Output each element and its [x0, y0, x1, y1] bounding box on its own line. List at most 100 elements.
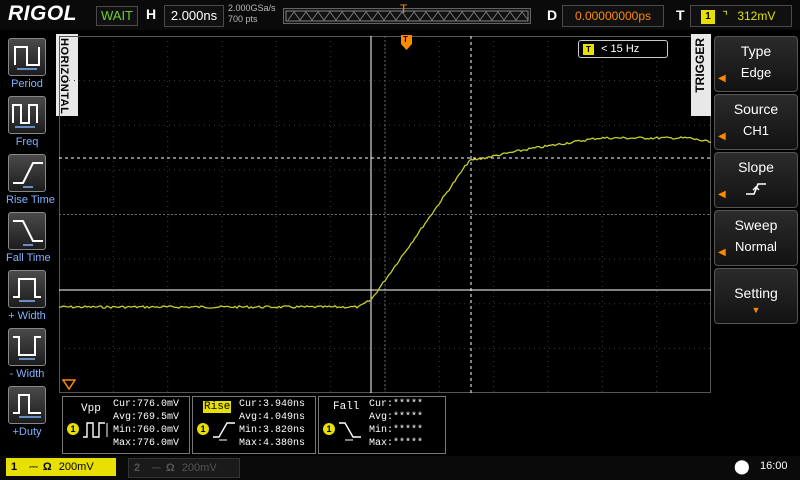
delay-readout[interactable]: 0.00000000ps	[562, 5, 664, 27]
adjust-arrow-icon: ◀	[718, 189, 726, 200]
measure-label: +Duty	[12, 426, 42, 438]
measure-min: Min:*****	[369, 425, 424, 436]
channel-badge: 1	[197, 423, 209, 435]
timebase-readout[interactable]: 2.000ns	[164, 5, 224, 27]
menu-title: Source	[733, 101, 779, 117]
top-status-bar: RIGOL WAIT H 2.000ns 2.000GSa/s 700 pts …	[0, 0, 800, 30]
memory-depth: 700 pts	[228, 14, 258, 24]
measure-cur: Cur:3.940ns	[239, 399, 306, 410]
measure-pos-width-button[interactable]: + Width	[6, 270, 48, 326]
menu-value: Edge	[740, 65, 772, 80]
measure-label: - Width	[9, 368, 45, 380]
trigger-source-button[interactable]: Source CH1 ◀	[714, 94, 798, 150]
measure-menu: Period Freq Rise Time Fall Time + Width …	[0, 32, 55, 450]
waveform-area[interactable]	[58, 35, 712, 394]
run-status[interactable]: WAIT	[96, 6, 138, 26]
menu-title: Type	[740, 43, 772, 59]
fall-icon	[337, 419, 363, 446]
ch1-number: 1	[10, 461, 18, 473]
system-clock: 16:00	[760, 460, 788, 472]
measure-label: Fall Time	[6, 252, 51, 264]
measure-name: Rise	[203, 401, 232, 413]
measure-panel-rise[interactable]: Rise 1 Cur:3.940ns Avg:4.049ns Min:3.820…	[192, 396, 316, 454]
measure-rise-time-button[interactable]: Rise Time	[6, 154, 55, 210]
trigger-tab-label: TRIGGER	[693, 38, 707, 93]
waveform-graticule	[58, 35, 712, 394]
neg-width-icon	[8, 328, 46, 366]
usb-icon: ⬤	[734, 458, 750, 474]
pos-width-icon	[8, 270, 46, 308]
sample-info: 2.000GSa/s 700 pts	[228, 3, 276, 25]
trigger-level: 312mV	[737, 9, 776, 23]
channel-status-bar: 1 ⎓ Ω 200mV 2 ⎓ Ω 200mV ⬤ 16:00	[0, 456, 800, 480]
trigger-label: T	[676, 7, 685, 23]
measure-label: Freq	[15, 136, 39, 148]
rise-icon	[211, 419, 237, 446]
submenu-arrow-icon: ▼	[751, 305, 761, 315]
dc-coupling-icon: ⎓	[152, 462, 161, 474]
menu-title: Setting	[734, 285, 778, 301]
brand-logo: RIGOL	[8, 2, 77, 25]
rising-slope-icon	[715, 181, 797, 200]
measure-avg: Avg:769.5mV	[113, 412, 180, 423]
measure-name: Vpp	[81, 403, 101, 415]
menu-title: Sweep	[734, 217, 778, 233]
measure-max: Max:*****	[369, 438, 424, 449]
adjust-arrow-icon: ◀	[718, 131, 726, 142]
memory-trigger-marker: T	[400, 2, 408, 16]
sample-rate: 2.000GSa/s	[228, 3, 276, 13]
channel-badge: 1	[323, 423, 335, 435]
measure-avg: Avg:*****	[369, 412, 424, 423]
rise-time-icon	[8, 154, 46, 192]
measure-panel-fall[interactable]: Fall 1 Cur:***** Avg:***** Min:***** Max…	[318, 396, 446, 454]
trigger-setting-button[interactable]: Setting ▼	[714, 268, 798, 324]
trigger-sweep-button[interactable]: Sweep Normal ◀	[714, 210, 798, 266]
duty-icon	[8, 386, 46, 424]
measure-max: Max:776.0mV	[113, 438, 180, 449]
vpp-icon	[81, 419, 109, 446]
trigger-readout[interactable]: 1 ⌝ 312mV	[690, 5, 792, 27]
ch1-scale: 200mV	[58, 461, 94, 473]
menu-title: Slope	[738, 159, 774, 175]
freq-icon	[8, 96, 46, 134]
measure-panel-vpp[interactable]: Vpp 1 Cur:776.0mV Avg:769.5mV Min:760.0m…	[62, 396, 190, 454]
measure-name: Fall	[333, 401, 360, 413]
period-icon	[8, 38, 46, 76]
measure-label: Period	[11, 78, 43, 90]
menu-value: Normal	[735, 239, 777, 254]
measure-cur: Cur:*****	[369, 399, 424, 410]
measure-label: Rise Time	[6, 194, 55, 206]
horizontal-label: H	[146, 6, 157, 22]
measure-fall-time-button[interactable]: Fall Time	[6, 212, 51, 268]
ch2-scale: 200mV	[181, 462, 217, 474]
rising-edge-icon: ⌝	[722, 9, 728, 23]
measure-avg: Avg:4.049ns	[239, 412, 306, 423]
menu-value: CH1	[742, 123, 769, 138]
measure-duty-button[interactable]: +Duty	[6, 386, 48, 442]
dc-coupling-icon: ⎓	[29, 461, 38, 473]
channel-badge: 1	[67, 423, 79, 435]
fall-time-icon	[8, 212, 46, 250]
ch2-number: 2	[133, 462, 141, 474]
measure-min: Min:760.0mV	[113, 425, 180, 436]
trigger-freq-badge: T	[583, 43, 594, 55]
adjust-arrow-icon: ◀	[718, 247, 726, 258]
trigger-position-marker[interactable]: T	[401, 35, 412, 51]
trigger-slope-button[interactable]: Slope ◀	[714, 152, 798, 208]
trigger-tab[interactable]: TRIGGER	[691, 34, 711, 116]
adjust-arrow-icon: ◀	[718, 73, 726, 84]
trigger-frequency-readout: T < 15 Hz	[578, 40, 668, 58]
measure-max: Max:4.380ns	[239, 438, 306, 449]
measure-label: + Width	[8, 310, 46, 322]
impedance-icon: Ω	[42, 461, 52, 473]
ch2-status-button[interactable]: 2 ⎓ Ω 200mV	[128, 458, 240, 478]
measure-min: Min:3.820ns	[239, 425, 306, 436]
measure-period-button[interactable]: Period	[6, 38, 48, 94]
trigger-type-button[interactable]: Type Edge ◀	[714, 36, 798, 92]
ch1-ground-marker[interactable]	[61, 378, 77, 396]
ch1-status-button[interactable]: 1 ⎓ Ω 200mV	[6, 458, 116, 476]
delay-label: D	[547, 7, 558, 23]
measure-freq-button[interactable]: Freq	[6, 96, 48, 152]
measure-neg-width-button[interactable]: - Width	[6, 328, 48, 384]
ch1-waveform-trace	[58, 136, 712, 310]
